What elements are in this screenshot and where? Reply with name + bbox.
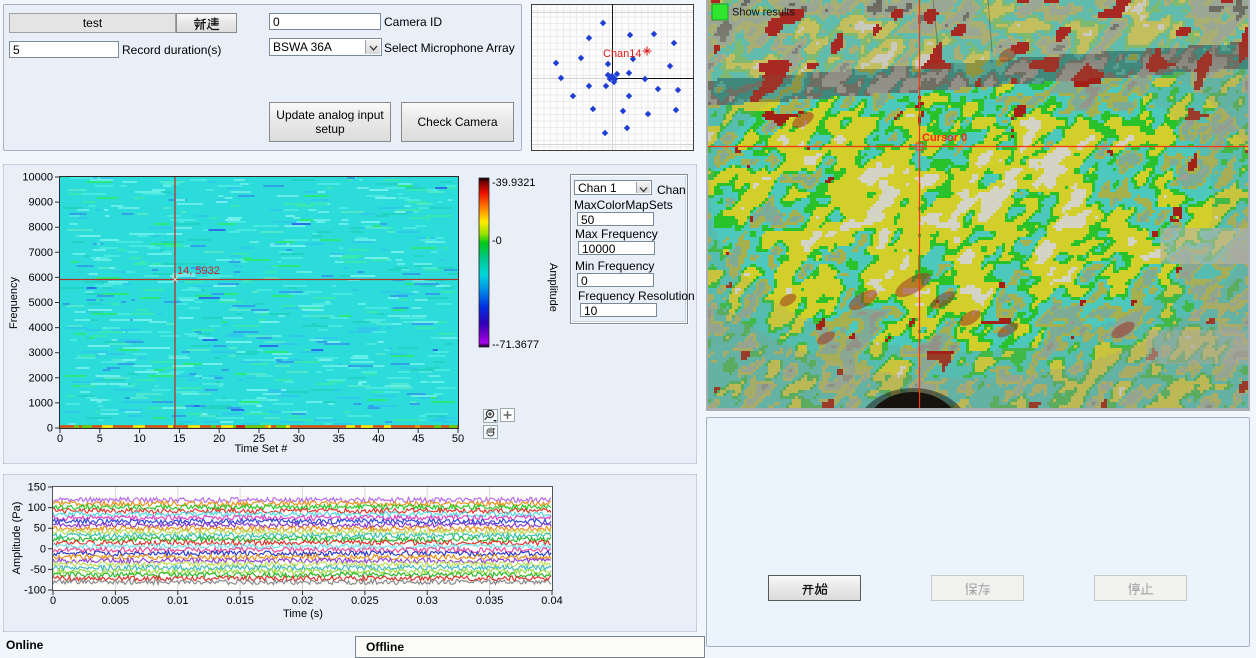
svg-text:15: 15 (173, 433, 185, 445)
svg-text:9000: 9000 (29, 197, 53, 209)
svg-text:-0: -0 (492, 235, 502, 247)
svg-text:Show results: Show results (732, 7, 795, 19)
svg-text:5: 5 (97, 433, 103, 445)
svg-text:14, 5932: 14, 5932 (177, 265, 220, 277)
svg-text:3000: 3000 (29, 347, 53, 359)
svg-text:0.005: 0.005 (102, 595, 130, 607)
svg-text:2000: 2000 (29, 372, 53, 384)
svg-text:5000: 5000 (29, 297, 53, 309)
svg-text:-39.9321: -39.9321 (492, 177, 535, 189)
svg-text:0.03: 0.03 (416, 595, 437, 607)
svg-text:0: 0 (40, 543, 46, 555)
svg-text:0.035: 0.035 (476, 595, 504, 607)
svg-text:Time Set #: Time Set # (235, 443, 289, 455)
svg-text:50: 50 (34, 523, 46, 535)
svg-text:-50: -50 (30, 564, 46, 576)
svg-text:-100: -100 (24, 585, 46, 597)
svg-text:Time (s): Time (s) (283, 608, 323, 620)
svg-text:--71.3677: --71.3677 (492, 339, 539, 351)
svg-text:Amplitude (Pa): Amplitude (Pa) (11, 502, 23, 575)
svg-text:35: 35 (332, 433, 344, 445)
svg-text:45: 45 (412, 433, 424, 445)
svg-text:0: 0 (57, 433, 63, 445)
svg-text:0: 0 (50, 595, 56, 607)
svg-text:Amplitude: Amplitude (547, 263, 559, 312)
svg-text:30: 30 (293, 433, 305, 445)
svg-text:1000: 1000 (29, 397, 53, 409)
svg-text:0.01: 0.01 (167, 595, 188, 607)
svg-text:Chan14: Chan14 (603, 48, 642, 60)
svg-text:Frequency: Frequency (8, 277, 20, 329)
svg-text:0.015: 0.015 (226, 595, 254, 607)
svg-text:7000: 7000 (29, 247, 53, 259)
svg-text:0.04: 0.04 (541, 595, 562, 607)
svg-text:10: 10 (133, 433, 145, 445)
svg-text:10000: 10000 (22, 172, 53, 184)
svg-text:150: 150 (28, 482, 46, 494)
svg-text:0: 0 (47, 423, 53, 435)
svg-text:100: 100 (28, 502, 46, 514)
svg-text:4000: 4000 (29, 322, 53, 334)
svg-text:20: 20 (213, 433, 225, 445)
svg-text:0.025: 0.025 (351, 595, 379, 607)
svg-text:0.02: 0.02 (292, 595, 313, 607)
svg-text:50: 50 (452, 433, 464, 445)
svg-text:40: 40 (372, 433, 384, 445)
svg-text:6000: 6000 (29, 272, 53, 284)
svg-text:Cursor 0: Cursor 0 (922, 132, 967, 144)
svg-text:8000: 8000 (29, 222, 53, 234)
